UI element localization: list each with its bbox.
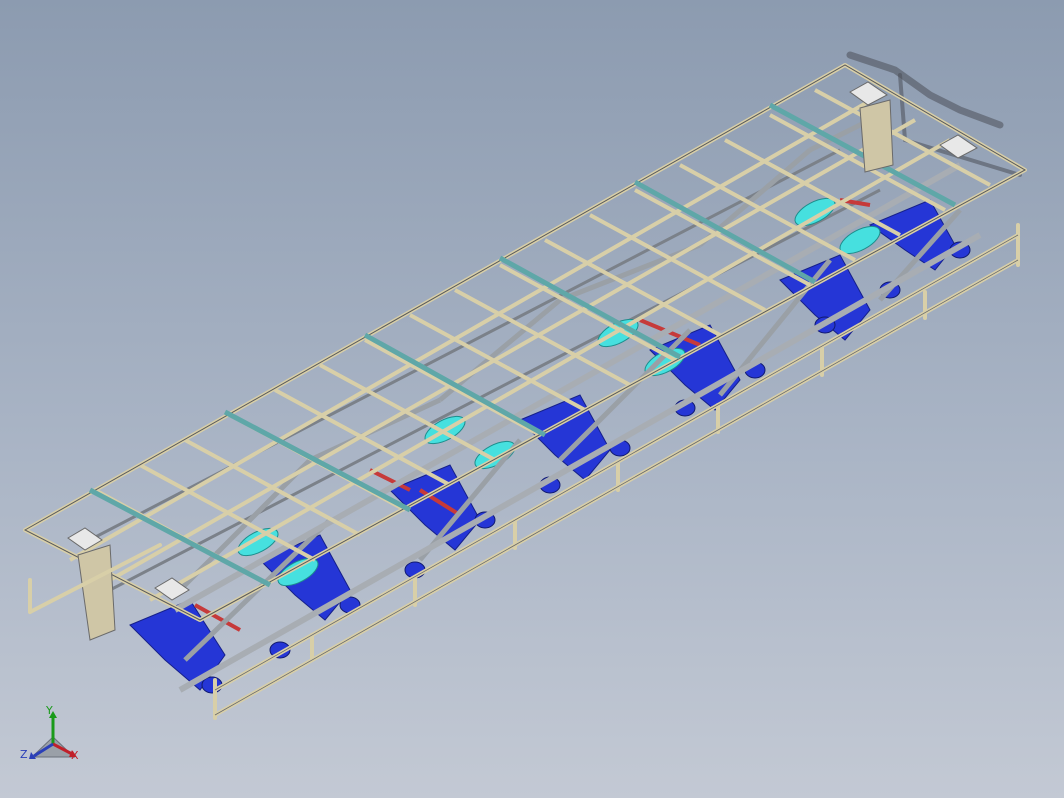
conveyor-truss-model[interactable]	[0, 0, 1064, 798]
x-axis-label: X	[71, 749, 79, 762]
z-axis-label: Z	[20, 748, 28, 761]
coordinate-triad: Y Z X	[18, 702, 88, 772]
y-axis-label: Y	[46, 704, 53, 717]
cad-viewport[interactable]: Y Z X	[0, 0, 1064, 798]
base-plates	[67, 81, 978, 601]
